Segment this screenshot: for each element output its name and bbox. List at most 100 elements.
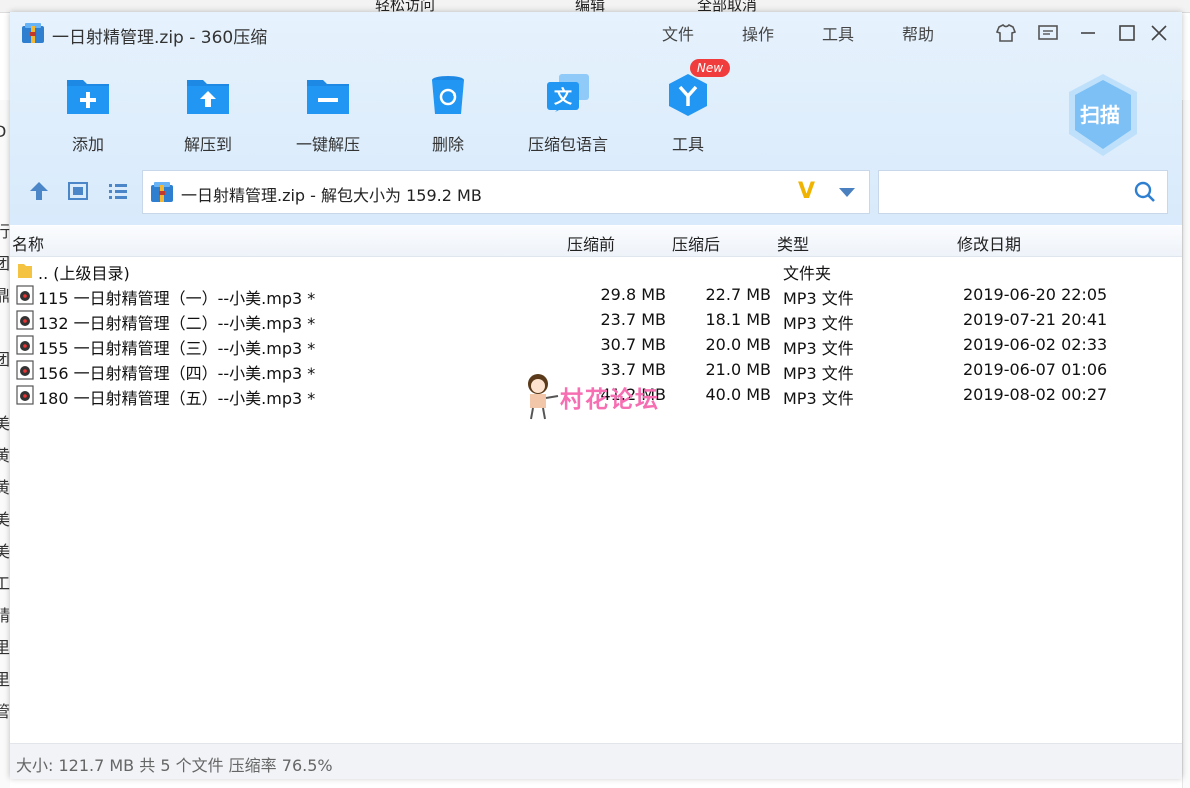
new-badge: New [690,59,730,77]
status-bar: 大小: 121.7 MB 共 5 个文件 压缩率 76.5% [10,743,1182,779]
file-type: MP3 文件 [783,289,854,308]
delete-button[interactable]: 删除 [398,72,498,155]
file-name: 132 一日射精管理（二）--小美.mp3 * [38,314,316,333]
chevron-down-icon[interactable] [839,188,855,197]
file-type: MP3 文件 [783,364,854,383]
menu-help[interactable]: 帮助 [902,21,934,45]
size-after: 20.0 MB [705,335,772,354]
table-row[interactable]: 115 一日射精管理（一）--小美.mp3 * 29.8 MB 22.7 MB … [10,283,1182,308]
add-button[interactable]: 添加 [38,72,138,155]
tools-icon [669,74,707,116]
archive-icon [22,23,44,43]
background-fragment: 黄 [0,446,10,465]
add-label: 添加 [71,135,104,154]
mp3-file-icon [16,385,34,405]
archive-window: 一日射精管理.zip - 360压缩 文件 操作 工具 帮助 添加 解压到 一键… [10,12,1182,779]
maximize-icon[interactable] [1116,22,1138,44]
background-fragment: 工 [0,574,10,593]
list-view-icon[interactable] [107,181,129,201]
verify-v-icon[interactable]: V [798,179,815,204]
address-bar[interactable]: 一日射精管理.zip - 解包大小为 159.2 MB V [142,170,870,214]
menu-tools[interactable]: 工具 [822,21,854,45]
one-click-extract-button[interactable]: 一键解压 [278,72,378,155]
mp3-file-icon [16,335,34,355]
girl-mascot-icon [528,374,559,420]
extract-to-button[interactable]: 解压到 [158,72,258,155]
status-text: 大小: 121.7 MB 共 5 个文件 压缩率 76.5% [16,756,333,775]
file-type: MP3 文件 [783,389,854,408]
svg-text:文: 文 [554,86,573,108]
language-icon: 文 [547,74,589,112]
size-after: 18.1 MB [705,310,772,329]
background-fragment: 鼎 [0,286,10,305]
menu-file[interactable]: 文件 [662,21,694,45]
one-click-extract-icon [307,80,349,114]
watermark: 村花论坛 [520,372,680,422]
file-name: 115 一日射精管理（一）--小美.mp3 * [38,289,316,308]
extract-to-icon [187,80,229,114]
archive-icon [151,182,173,202]
background-fragment: 行 [0,222,10,241]
background-fragment: 美 [0,510,10,529]
extract-to-label: 解压到 [183,135,232,154]
column-after[interactable]: 压缩后 [672,231,720,255]
delete-icon [432,76,464,114]
file-date: 2019-06-07 01:06 [963,360,1108,379]
delete-label: 删除 [431,135,464,154]
table-row[interactable]: 132 一日射精管理（二）--小美.mp3 * 23.7 MB 18.1 MB … [10,308,1182,333]
search-box[interactable] [878,170,1168,214]
close-icon[interactable] [1148,22,1170,44]
table-row[interactable]: 155 一日射精管理（三）--小美.mp3 * 30.7 MB 20.0 MB … [10,333,1182,358]
thumbnail-view-icon[interactable] [67,181,89,201]
size-after: 22.7 MB [705,285,772,304]
file-type: MP3 文件 [783,339,854,358]
size-after: 40.0 MB [705,385,772,404]
mp3-file-icon [16,310,34,330]
search-icon[interactable] [1134,181,1156,203]
tools-label: 工具 [671,135,704,154]
background-fragment: 管 [0,702,10,721]
column-before[interactable]: 压缩前 [567,231,615,255]
background-fragment: 里 [0,638,10,657]
size-before: 30.7 MB [600,335,667,354]
file-date: 2019-08-02 00:27 [963,385,1108,404]
mp3-file-icon [16,285,34,305]
tools-button[interactable]: 工具 [638,72,738,155]
up-arrow-icon[interactable] [28,180,50,202]
window-title: 一日射精管理.zip - 360压缩 [52,28,268,48]
language-button[interactable]: 文 压缩包语言 [518,72,618,155]
menu-operate[interactable]: 操作 [742,21,774,45]
file-name: 156 一日射精管理（四）--小美.mp3 * [38,364,316,383]
file-date: 2019-07-21 20:41 [963,310,1108,329]
column-name[interactable]: 名称 [12,231,44,255]
background-scrollbar [1182,100,1190,788]
file-date: 2019-06-20 22:05 [963,285,1108,304]
parent-dir-row[interactable]: .. (上级目录) 文件夹 [10,258,1182,283]
background-fragment: 美 [0,414,10,433]
scan-label[interactable]: 扫描 [1080,99,1120,128]
background-fragment: 团 [0,350,10,369]
file-type: MP3 文件 [783,314,854,333]
size-before: 23.7 MB [600,310,667,329]
address-text: 一日射精管理.zip - 解包大小为 159.2 MB [181,186,482,205]
background-file-list: D 行 团 鼎 团 美 黄 黄 美 美 工 精 里 里 管 [0,100,10,788]
size-after: 21.0 MB [705,360,772,379]
add-folder-icon [67,80,109,114]
parent-dir-type: 文件夹 [783,264,832,283]
column-header: 名称 压缩前 压缩后 类型 修改日期 [10,226,1182,257]
file-date: 2019-06-02 02:33 [963,335,1108,354]
column-type[interactable]: 类型 [777,231,809,255]
file-list: 名称 压缩前 压缩后 类型 修改日期 .. (上级目录) 文件夹 115 一日射… [10,226,1182,742]
feedback-icon[interactable] [1037,22,1059,44]
parent-dir-name: .. (上级目录) [38,264,130,283]
column-date[interactable]: 修改日期 [957,231,1021,255]
background-fragment: 美 [0,542,10,561]
skin-icon[interactable] [995,22,1017,44]
language-label: 压缩包语言 [527,135,608,154]
background-fragment: 精 [0,606,10,625]
background-fragment: 里 [0,670,10,689]
background-fragment: 团 [0,254,10,273]
background-fragment: 黄 [0,478,10,497]
minimize-icon[interactable] [1077,22,1099,44]
size-before: 29.8 MB [600,285,667,304]
